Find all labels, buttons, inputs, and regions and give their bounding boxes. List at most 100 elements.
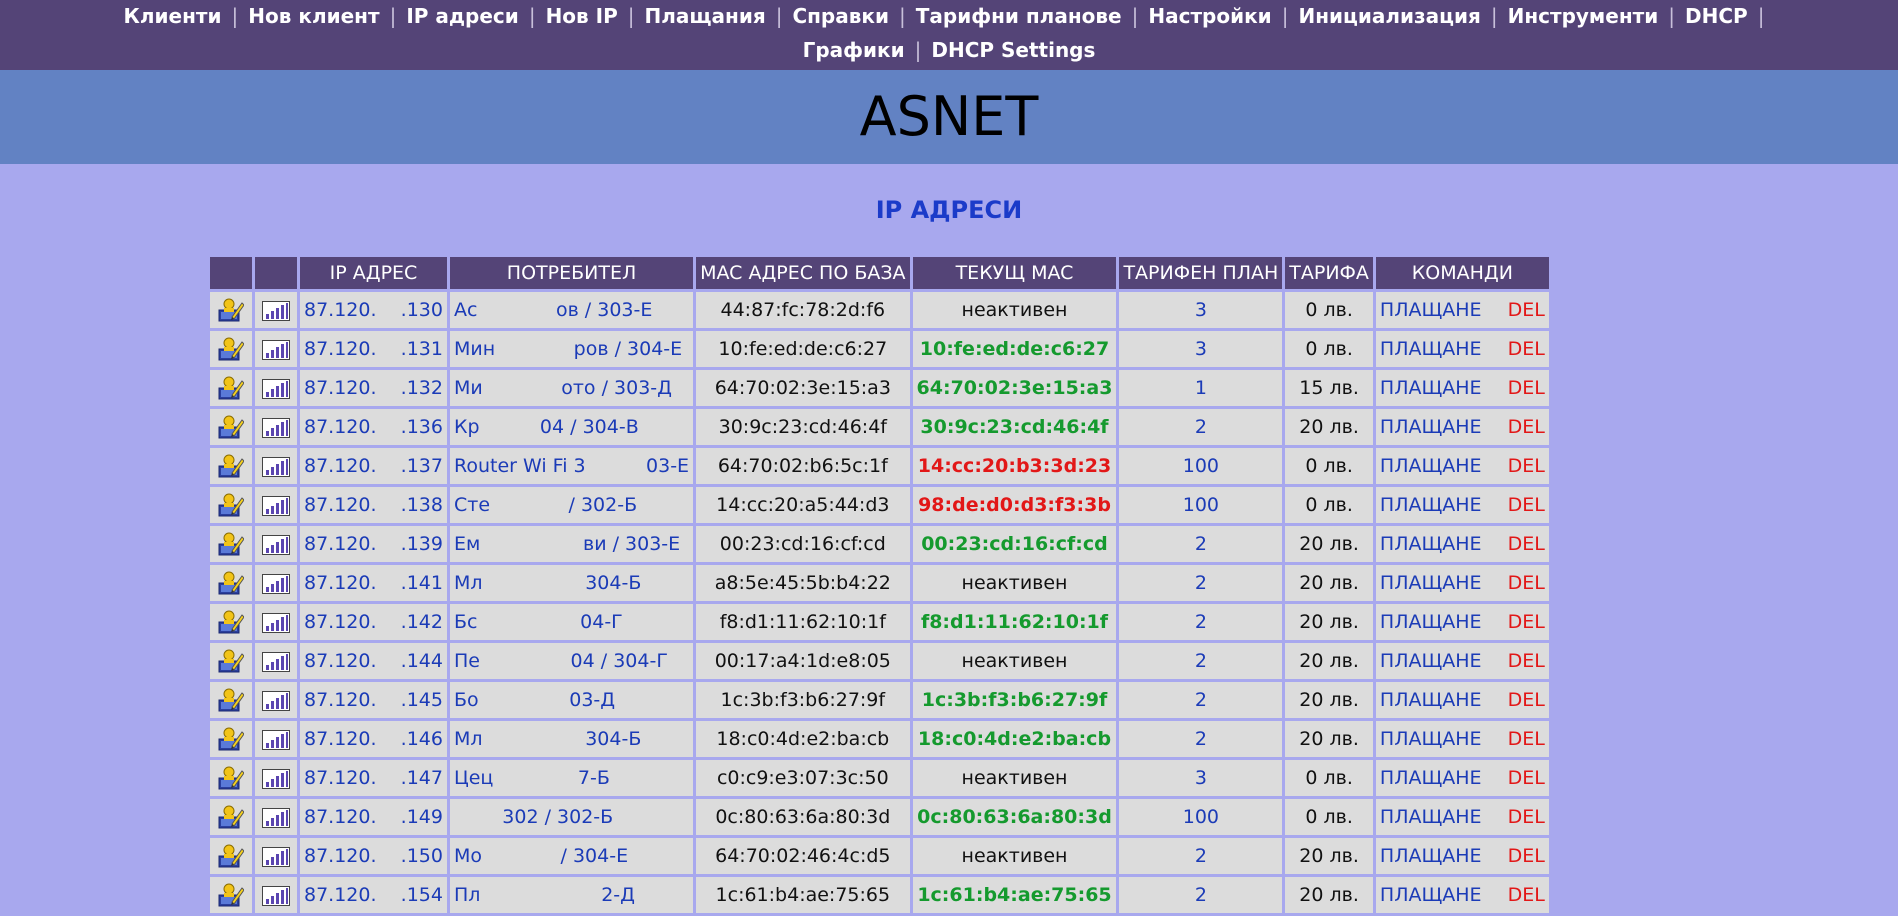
payment-link[interactable]: ПЛАЩАНЕ	[1380, 650, 1482, 672]
delete-link[interactable]: DEL	[1508, 728, 1545, 750]
delete-link[interactable]: DEL	[1508, 767, 1545, 789]
bar-chart-icon[interactable]	[262, 690, 290, 711]
payment-link[interactable]: ПЛАЩАНЕ	[1380, 533, 1482, 555]
nav-link-row2-0[interactable]: Графики	[803, 38, 905, 62]
edit-user-icon[interactable]	[218, 882, 245, 908]
user-link[interactable]: Пл 2-Д	[449, 877, 694, 913]
tariff-plan-link[interactable]: 2	[1119, 526, 1283, 562]
nav-link-row1-2[interactable]: IP адреси	[406, 4, 518, 28]
user-link[interactable]: Router Wi Fi 3 03-Е	[449, 448, 694, 484]
nav-link-row1-8[interactable]: Инициализация	[1298, 4, 1480, 28]
delete-link[interactable]: DEL	[1508, 377, 1545, 399]
ip-address-link[interactable]: 87.120. .138	[300, 487, 447, 523]
payment-link[interactable]: ПЛАЩАНЕ	[1380, 611, 1482, 633]
edit-user-icon[interactable]	[218, 687, 245, 713]
nav-link-row1-6[interactable]: Тарифни планове	[916, 4, 1122, 28]
delete-link[interactable]: DEL	[1508, 689, 1545, 711]
ip-address-link[interactable]: 87.120. .146	[300, 721, 447, 757]
user-link[interactable]: Бс 04-Г	[449, 604, 694, 640]
nav-link-row1-0[interactable]: Клиенти	[124, 4, 222, 28]
bar-chart-icon[interactable]	[262, 885, 290, 906]
delete-link[interactable]: DEL	[1508, 806, 1545, 828]
delete-link[interactable]: DEL	[1508, 299, 1545, 321]
bar-chart-icon[interactable]	[262, 651, 290, 672]
tariff-plan-link[interactable]: 2	[1119, 682, 1283, 718]
user-link[interactable]: Мл 304-Б	[449, 565, 694, 601]
user-link[interactable]: 302 / 302-Б	[449, 799, 694, 835]
nav-link-row1-7[interactable]: Настройки	[1148, 4, 1271, 28]
edit-user-icon[interactable]	[218, 492, 245, 518]
payment-link[interactable]: ПЛАЩАНЕ	[1380, 884, 1482, 906]
edit-user-icon[interactable]	[218, 726, 245, 752]
bar-chart-icon[interactable]	[262, 300, 290, 321]
delete-link[interactable]: DEL	[1508, 455, 1545, 477]
user-link[interactable]: Сте / 302-Б	[449, 487, 694, 523]
payment-link[interactable]: ПЛАЩАНЕ	[1380, 572, 1482, 594]
bar-chart-icon[interactable]	[262, 456, 290, 477]
bar-chart-icon[interactable]	[262, 417, 290, 438]
user-link[interactable]: Пе 04 / 304-Г	[449, 643, 694, 679]
tariff-plan-link[interactable]: 2	[1119, 721, 1283, 757]
tariff-plan-link[interactable]: 2	[1119, 838, 1283, 874]
payment-link[interactable]: ПЛАЩАНЕ	[1380, 806, 1482, 828]
edit-user-icon[interactable]	[218, 648, 245, 674]
user-link[interactable]: Мин ров / 304-Е	[449, 331, 694, 367]
tariff-plan-link[interactable]: 2	[1119, 877, 1283, 913]
nav-link-row1-3[interactable]: Нов IP	[546, 4, 618, 28]
tariff-plan-link[interactable]: 2	[1119, 409, 1283, 445]
user-link[interactable]: Мо / 304-Е	[449, 838, 694, 874]
edit-user-icon[interactable]	[218, 414, 245, 440]
ip-address-link[interactable]: 87.120. .139	[300, 526, 447, 562]
payment-link[interactable]: ПЛАЩАНЕ	[1380, 728, 1482, 750]
ip-address-link[interactable]: 87.120. .149	[300, 799, 447, 835]
bar-chart-icon[interactable]	[262, 378, 290, 399]
ip-address-link[interactable]: 87.120. .154	[300, 877, 447, 913]
payment-link[interactable]: ПЛАЩАНЕ	[1380, 416, 1482, 438]
ip-address-link[interactable]: 87.120. .142	[300, 604, 447, 640]
edit-user-icon[interactable]	[218, 336, 245, 362]
ip-address-link[interactable]: 87.120. .132	[300, 370, 447, 406]
nav-link-row1-9[interactable]: Инструменти	[1508, 4, 1659, 28]
edit-user-icon[interactable]	[218, 570, 245, 596]
edit-user-icon[interactable]	[218, 453, 245, 479]
nav-link-row1-4[interactable]: Плащания	[645, 4, 766, 28]
payment-link[interactable]: ПЛАЩАНЕ	[1380, 767, 1482, 789]
delete-link[interactable]: DEL	[1508, 533, 1545, 555]
tariff-plan-link[interactable]: 3	[1119, 292, 1283, 328]
user-link[interactable]: Бо 03-Д	[449, 682, 694, 718]
user-link[interactable]: Ем ви / 303-Е	[449, 526, 694, 562]
bar-chart-icon[interactable]	[262, 729, 290, 750]
bar-chart-icon[interactable]	[262, 846, 290, 867]
bar-chart-icon[interactable]	[262, 807, 290, 828]
ip-address-link[interactable]: 87.120. .141	[300, 565, 447, 601]
user-link[interactable]: Кр 04 / 304-В	[449, 409, 694, 445]
bar-chart-icon[interactable]	[262, 495, 290, 516]
tariff-plan-link[interactable]: 2	[1119, 604, 1283, 640]
delete-link[interactable]: DEL	[1508, 884, 1545, 906]
edit-user-icon[interactable]	[218, 375, 245, 401]
delete-link[interactable]: DEL	[1508, 650, 1545, 672]
delete-link[interactable]: DEL	[1508, 338, 1545, 360]
tariff-plan-link[interactable]: 1	[1119, 370, 1283, 406]
payment-link[interactable]: ПЛАЩАНЕ	[1380, 494, 1482, 516]
nav-link-row2-1[interactable]: DHCP Settings	[931, 38, 1095, 62]
bar-chart-icon[interactable]	[262, 768, 290, 789]
bar-chart-icon[interactable]	[262, 573, 290, 594]
bar-chart-icon[interactable]	[262, 534, 290, 555]
payment-link[interactable]: ПЛАЩАНЕ	[1380, 299, 1482, 321]
ip-address-link[interactable]: 87.120. .136	[300, 409, 447, 445]
delete-link[interactable]: DEL	[1508, 845, 1545, 867]
ip-address-link[interactable]: 87.120. .144	[300, 643, 447, 679]
tariff-plan-link[interactable]: 2	[1119, 565, 1283, 601]
payment-link[interactable]: ПЛАЩАНЕ	[1380, 455, 1482, 477]
edit-user-icon[interactable]	[218, 843, 245, 869]
delete-link[interactable]: DEL	[1508, 611, 1545, 633]
tariff-plan-link[interactable]: 3	[1119, 760, 1283, 796]
tariff-plan-link[interactable]: 100	[1119, 448, 1283, 484]
nav-link-row1-10[interactable]: DHCP	[1685, 4, 1748, 28]
user-link[interactable]: Мл 304-Б	[449, 721, 694, 757]
ip-address-link[interactable]: 87.120. .150	[300, 838, 447, 874]
payment-link[interactable]: ПЛАЩАНЕ	[1380, 845, 1482, 867]
edit-user-icon[interactable]	[218, 609, 245, 635]
payment-link[interactable]: ПЛАЩАНЕ	[1380, 338, 1482, 360]
